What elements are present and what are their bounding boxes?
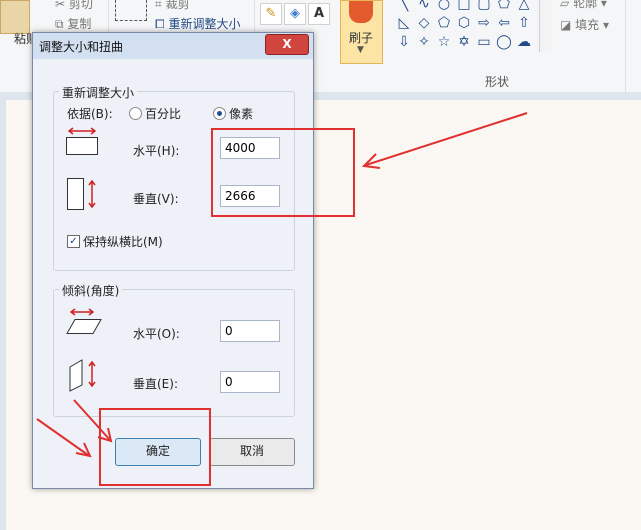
arrow-to-size-inputs (361, 112, 528, 169)
arrow-to-ok-button-left (36, 418, 92, 458)
arrow-to-ok-button-top (73, 399, 113, 443)
annotation-arrows (36, 112, 528, 458)
